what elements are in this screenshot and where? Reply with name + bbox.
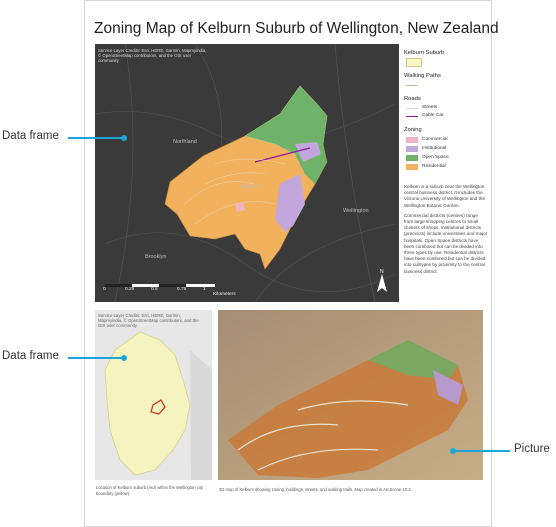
description-paragraph-2: Commercial districts (centres) range fro…	[404, 212, 488, 274]
legend-commercial-swatch	[406, 137, 418, 143]
callout-dot-main-frame	[121, 135, 127, 141]
scale-bar	[105, 284, 215, 287]
callout-label-main-frame: Data frame	[2, 130, 59, 142]
3d-picture-graphic	[218, 310, 483, 480]
legend-institutional-label: Institutional	[422, 146, 447, 151]
scale-label-05: 0.5	[151, 287, 158, 292]
callout-line-inset-frame	[68, 357, 124, 359]
legend-streets-line	[406, 108, 418, 109]
legend-openspace-label: Open Space	[422, 155, 449, 160]
legend-streets-label: Streets	[422, 105, 438, 110]
callout-dot-inset-frame	[121, 355, 127, 361]
inset-map-caption: Location of Kelburn suburb (red) within …	[96, 485, 203, 496]
legend-cablecar-label: Cable Car	[422, 113, 444, 118]
map-title: Zoning Map of Kelburn Suburb of Wellingt…	[94, 20, 499, 37]
legend-commercial-label: Commercial	[422, 137, 448, 142]
inset-map-frame[interactable]: Service Layer Credits: Esri, HERE, Garmi…	[95, 310, 212, 480]
legend-zoning-heading: Zoning	[404, 127, 422, 133]
legend-residential-label: Residential	[422, 164, 446, 169]
callout-line-main-frame	[68, 137, 124, 139]
legend-openspace-swatch	[406, 155, 418, 161]
legend-roads-heading: Roads	[404, 96, 421, 102]
main-map-graphic	[95, 44, 396, 302]
callout-line-picture	[452, 450, 510, 452]
scale-label-0: 0	[103, 287, 106, 292]
legend-suburb-swatch	[406, 58, 422, 67]
scale-label-025: 0.25	[125, 287, 135, 292]
wellington-city-boundary	[104, 331, 191, 476]
callout-label-inset-frame: Data frame	[2, 350, 59, 362]
callout-label-picture: Picture	[514, 443, 550, 455]
place-label-wellington: Wellington	[343, 208, 369, 214]
inset-map-credit: Service Layer Credits: Esri, HERE, Garmi…	[98, 313, 199, 328]
place-label-northland: Northland	[173, 139, 197, 145]
scale-label-1: 1	[203, 287, 206, 292]
legend-residential-swatch	[406, 164, 418, 170]
legend-suburb-heading: Kelburn Suburb	[404, 50, 445, 56]
map-description: Kelburn is a suburb near the Wellington …	[404, 184, 488, 279]
north-arrow-label: N	[380, 269, 384, 275]
inset-map-graphic	[104, 331, 212, 480]
main-map-frame[interactable]: Service Layer Credits: Esri, HERE, Garmi…	[95, 44, 399, 302]
place-label-brooklyn: Brooklyn	[145, 254, 167, 260]
3d-picture[interactable]	[218, 310, 483, 480]
place-label-kelburn: Kelburn	[240, 184, 259, 190]
description-paragraph-1: Kelburn is a suburb near the Wellington …	[404, 184, 486, 208]
picture-caption: 3D map of Kelburn showing zoning, buildi…	[219, 487, 412, 492]
scale-label-075: 0.75	[177, 287, 187, 292]
callout-dot-picture	[450, 448, 456, 454]
legend-paths-heading: Walking Paths	[404, 73, 441, 79]
legend-cablecar-line	[406, 116, 418, 117]
north-arrow-shape	[377, 274, 387, 292]
legend-institutional-swatch	[406, 146, 418, 152]
scale-unit: Kilometers	[213, 292, 236, 297]
legend-path-line	[406, 85, 418, 86]
main-map-credit: Service Layer Credits: Esri, HERE, Garmi…	[98, 48, 207, 63]
